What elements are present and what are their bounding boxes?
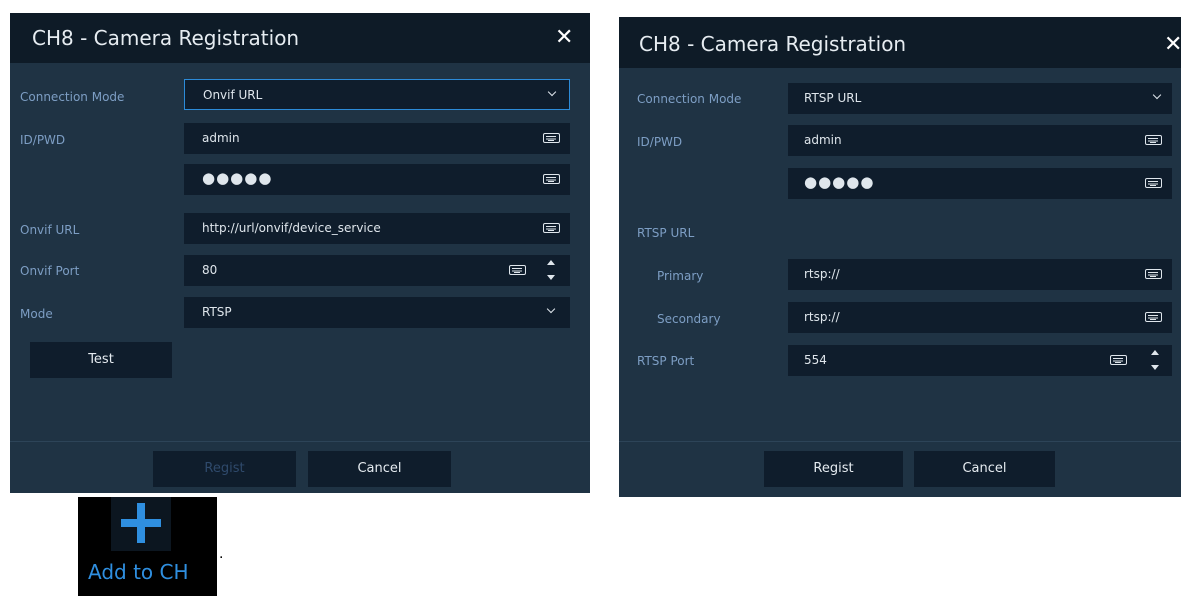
add-to-ch-button[interactable]: Add to CH [78,497,217,596]
port-spinner-icon[interactable] [547,260,555,280]
onvif-port-label: Onvif Port [20,264,80,278]
connection-mode-label: Connection Mode [637,92,742,106]
id-pwd-label: ID/PWD [20,133,66,147]
footer-divider [619,441,1181,442]
rtsp-port-value: 554 [804,353,827,367]
chevron-down-icon [546,304,556,314]
dialog-title: CH8 - Camera Registration [32,26,300,50]
mode-label: Mode [20,307,53,321]
onvif-port-value: 80 [202,263,218,277]
connection-mode-value: RTSP URL [804,91,862,105]
keyboard-icon[interactable] [543,223,560,233]
id-value: admin [202,131,240,145]
keyboard-icon[interactable] [1145,269,1162,279]
password-field[interactable]: ●●●●● [788,168,1172,199]
primary-url-value: rtsp:// [804,267,840,281]
footer-divider [10,441,590,442]
dialog-header: CH8 - Camera Registration ✕ [10,13,590,63]
id-field[interactable]: admin [788,125,1172,156]
camera-registration-dialog-onvif: CH8 - Camera Registration ✕ Connection M… [10,13,590,493]
regist-button[interactable]: Regist [153,451,296,487]
mode-select[interactable]: RTSP [184,297,570,328]
keyboard-icon[interactable] [1145,178,1162,188]
keyboard-icon[interactable] [1145,312,1162,322]
port-spinner-icon[interactable] [1151,350,1159,370]
secondary-url-value: rtsp:// [804,310,840,324]
keyboard-icon[interactable] [543,174,560,184]
close-icon[interactable]: ✕ [555,25,573,50]
rtsp-port-field[interactable]: 554 [788,345,1172,376]
onvif-port-field[interactable]: 80 [184,255,570,286]
password-value: ●●●●● [804,173,875,191]
close-icon[interactable]: ✕ [1164,32,1181,57]
connection-mode-select[interactable]: RTSP URL [788,83,1172,114]
secondary-label: Secondary [657,312,721,326]
id-field[interactable]: admin [184,123,570,154]
id-value: admin [804,133,842,147]
connection-mode-label: Connection Mode [20,90,125,104]
plus-icon-horizontal [121,519,161,527]
keyboard-icon[interactable] [543,133,560,143]
test-button[interactable]: Test [30,342,172,378]
primary-label: Primary [657,269,704,283]
id-pwd-label: ID/PWD [637,135,683,149]
primary-url-field[interactable]: rtsp:// [788,259,1172,290]
password-field[interactable]: ●●●●● [184,164,570,195]
onvif-url-value: http://url/onvif/device_service [202,221,381,235]
rtsp-port-label: RTSP Port [637,354,695,368]
keyboard-icon[interactable] [1145,135,1162,145]
dialog-header: CH8 - Camera Registration ✕ [619,17,1181,68]
password-value: ●●●●● [202,169,273,187]
keyboard-icon[interactable] [1110,355,1127,365]
cancel-button[interactable]: Cancel [914,451,1055,487]
keyboard-icon[interactable] [509,265,526,275]
trailing-period: . [219,545,224,562]
regist-button[interactable]: Regist [764,451,903,487]
onvif-url-field[interactable]: http://url/onvif/device_service [184,213,570,244]
camera-registration-dialog-rtsp: CH8 - Camera Registration ✕ Connection M… [619,17,1181,497]
onvif-url-label: Onvif URL [20,223,80,237]
connection-mode-value: Onvif URL [203,88,263,102]
chevron-down-icon [547,87,557,97]
secondary-url-field[interactable]: rtsp:// [788,302,1172,333]
mode-value: RTSP [202,305,232,319]
dialog-title: CH8 - Camera Registration [639,32,907,56]
add-to-ch-label: Add to CH [88,560,189,584]
rtsp-url-label: RTSP URL [637,226,695,240]
chevron-down-icon [1152,90,1162,100]
cancel-button[interactable]: Cancel [308,451,451,487]
connection-mode-select[interactable]: Onvif URL [184,79,570,110]
